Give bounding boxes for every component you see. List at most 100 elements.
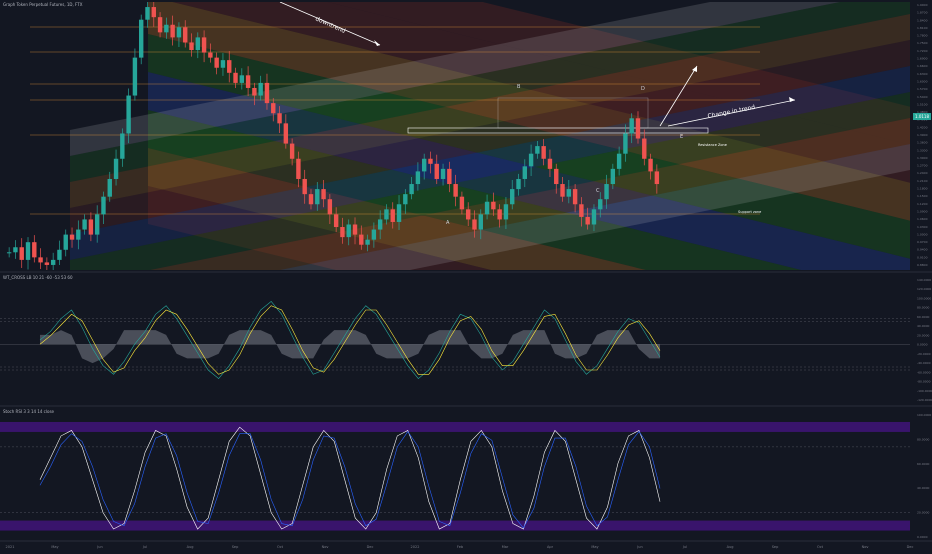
candle-body-80 <box>510 189 515 205</box>
candle-body-87 <box>554 168 559 185</box>
chart-canvas: downtrendChange in trendSupport zoneResi… <box>0 0 932 550</box>
x-axis-tick-label: May <box>51 545 58 549</box>
price-tick-label: 1.2100 <box>917 179 928 183</box>
price-tick-label: 1.5700 <box>917 87 928 91</box>
price-tick-label: 1.0300 <box>917 225 928 229</box>
stoch-overbought-band <box>0 421 910 432</box>
candle-body-92 <box>585 216 590 225</box>
osc-tick-label: -20.0000 <box>917 352 931 356</box>
symbol-title: Graph Token Perpetual Futures, 1D, FTX <box>3 2 83 7</box>
candle-body-29 <box>189 42 194 51</box>
candle-body-51 <box>327 199 333 215</box>
candle-body-50 <box>321 189 326 200</box>
candle-body-90 <box>572 189 578 205</box>
price-tick-label: 1.1800 <box>917 187 928 191</box>
candle-body-40 <box>258 82 263 96</box>
candle-body-75 <box>478 214 483 230</box>
candle-body-94 <box>598 199 603 210</box>
osc-tick-label: 140.0000 <box>917 278 931 282</box>
candle-body-53 <box>340 227 345 238</box>
x-axis-tick-label: Jul <box>142 545 147 549</box>
candle-body-101 <box>642 138 647 159</box>
stoch-tick-label: 40.0000 <box>917 486 929 490</box>
price-tick-label: 1.3000 <box>917 156 928 160</box>
osc-tick-label: 120.0000 <box>917 287 931 291</box>
x-axis-tick-label: Aug <box>727 545 734 549</box>
candle-body-35 <box>227 60 232 73</box>
candle-body-15 <box>101 196 106 215</box>
candle-body-54 <box>346 224 351 238</box>
candle-body-70 <box>447 168 452 185</box>
x-axis-tick-label: Jun <box>636 545 642 549</box>
candle-body-71 <box>453 184 458 197</box>
candle-body-24 <box>157 17 163 33</box>
stoch-tick-label: 20.0000 <box>917 511 929 515</box>
candle-body-10 <box>69 234 75 240</box>
candle-body-22 <box>145 7 150 20</box>
oscillator-title: WT_CROSS LB 10 21 -60 -53 53 60 <box>3 275 73 280</box>
candle-body-66 <box>421 158 427 172</box>
x-axis-tick-label: 2022 <box>411 545 420 549</box>
candle-body-96 <box>610 168 616 185</box>
x-axis-tick-label: May <box>591 545 598 549</box>
candle-body-28 <box>183 27 188 43</box>
osc-tick-label: 20.0000 <box>917 333 929 337</box>
candle-body-65 <box>415 171 421 185</box>
candle-body-97 <box>616 153 622 169</box>
price-tick-label: 1.8400 <box>917 18 928 22</box>
wave-label-b: B <box>517 84 521 90</box>
candle-body-36 <box>233 72 238 83</box>
candle-body-30 <box>195 37 200 51</box>
x-axis-tick-label: Sep <box>232 545 239 549</box>
candle-body-3 <box>25 242 31 260</box>
x-axis-tick-label: Nov <box>322 545 329 549</box>
price-tick-label: 1.2400 <box>917 171 928 175</box>
stoch-tick-label: 100.0000 <box>917 413 931 417</box>
candle-body-32 <box>208 52 213 58</box>
x-axis-tick-label: Dec <box>907 545 914 549</box>
price-tick-label: 1.0000 <box>917 232 928 236</box>
candle-body-78 <box>497 209 502 220</box>
candle-body-4 <box>32 242 37 258</box>
candle-body-73 <box>466 209 471 220</box>
osc-tick-label: -100.0000 <box>917 389 932 393</box>
candle-body-103 <box>654 171 660 185</box>
candle-body-16 <box>107 178 112 197</box>
stoch-oversold-band <box>0 520 910 531</box>
x-axis-tick-label: Aug <box>187 545 194 549</box>
candle-body-83 <box>528 153 534 167</box>
candle-body-69 <box>440 168 446 179</box>
candle-body-64 <box>409 184 414 195</box>
candle-body-44 <box>283 123 289 144</box>
price-tick-label: 1.7200 <box>917 49 928 53</box>
osc-tick-label: 40.0000 <box>917 324 929 328</box>
wave-label-a: A <box>446 220 450 226</box>
x-axis-tick-label: Dec <box>367 545 374 549</box>
x-axis-tick-label: Sep <box>772 545 779 549</box>
candle-body-49 <box>315 189 320 205</box>
candle-body-0 <box>6 252 12 254</box>
price-tick-label: 1.0600 <box>917 217 928 221</box>
stoch-rsi-title: Stoch RSI 3 3 14 14 close <box>3 409 54 414</box>
candle-body-93 <box>591 209 597 225</box>
osc-tick-label: 0.0000 <box>917 343 928 347</box>
candle-body-6 <box>44 262 50 265</box>
candle-body-91 <box>579 204 584 217</box>
support-zone-label: Support zone <box>738 210 761 214</box>
candle-body-17 <box>113 158 119 179</box>
candle-body-8 <box>57 249 62 260</box>
stoch-tick-label: 0.0000 <box>917 535 928 539</box>
price-tick-label: 1.6900 <box>917 57 928 61</box>
candle-body-45 <box>289 143 295 159</box>
candle-body-79 <box>503 204 509 220</box>
candle-body-13 <box>88 219 94 235</box>
price-tick-label: 1.5400 <box>917 95 928 99</box>
price-tick-label: 1.5100 <box>917 102 928 106</box>
candle-body-23 <box>151 7 156 18</box>
candle-body-11 <box>76 229 81 240</box>
candle-body-100 <box>635 118 641 139</box>
candle-body-5 <box>38 257 43 263</box>
candle-body-63 <box>403 194 408 205</box>
candle-body-60 <box>384 209 389 220</box>
candle-body-26 <box>170 24 175 38</box>
